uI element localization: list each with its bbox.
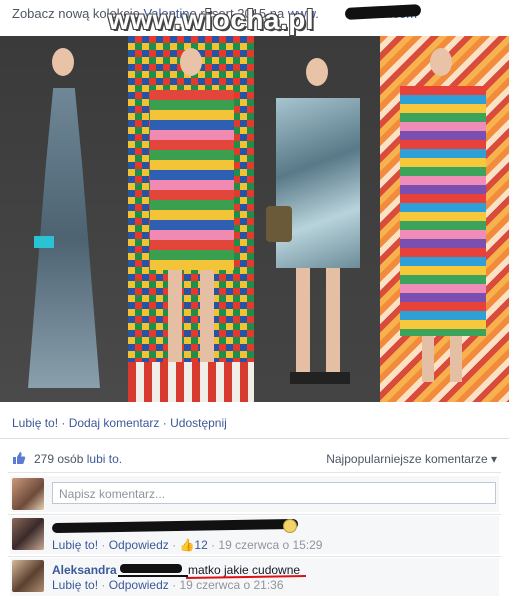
- like-link[interactable]: Lubię to!: [12, 416, 58, 430]
- redaction-scribble: [51, 518, 299, 534]
- divider: [0, 438, 509, 439]
- avatar[interactable]: [12, 478, 44, 510]
- likes-row: 279 osób lubi to. Najpopularniejsze kome…: [0, 446, 509, 472]
- comment-reply-link[interactable]: Odpowiedz: [109, 538, 169, 552]
- comment-input[interactable]: Napisz komentarz...: [52, 482, 496, 504]
- thumbs-up-icon: [13, 452, 26, 464]
- comment-meta: Lubię to! · Odpowiedz · 19 czerwca o 21:…: [52, 578, 284, 592]
- photo-panel-1: [0, 36, 128, 402]
- divider: [8, 472, 501, 473]
- comment-link[interactable]: Dodaj komentarz: [69, 416, 160, 430]
- likes-count: 279 osób lubi to.: [34, 452, 123, 466]
- redaction-scribble: [118, 575, 188, 577]
- photo-panel-2: [128, 36, 254, 402]
- comment-item: Aleksandra matko jakie cudowne Lubię to!…: [10, 558, 499, 596]
- sort-comments-dropdown[interactable]: Najpopularniejsze komentarze ▾: [326, 452, 497, 466]
- comment-meta: Lubię to! · Odpowiedz · 👍12 · 19 czerwca…: [52, 538, 323, 552]
- comment-timestamp[interactable]: 19 czerwca o 15:29: [218, 538, 322, 552]
- photo-panel-3: [254, 36, 380, 402]
- avatar[interactable]: [12, 518, 44, 550]
- comment-author[interactable]: Aleksandra: [52, 563, 117, 577]
- redaction-scribble: [120, 564, 182, 573]
- likes-people-link[interactable]: 279 osób: [34, 452, 83, 466]
- comment-composer: Napisz komentarz...: [10, 476, 499, 512]
- comment-like-link[interactable]: Lubię to!: [52, 538, 98, 552]
- smiley-icon: [283, 519, 297, 533]
- comment-like-link[interactable]: Lubię to!: [52, 578, 98, 592]
- post-actions: Lubię to! · Dodaj komentarz · Udostępnij: [12, 416, 227, 430]
- photo-panel-4: [380, 36, 509, 402]
- comment-timestamp[interactable]: 19 czerwca o 21:36: [179, 578, 283, 592]
- thumbs-up-icon: 👍: [179, 538, 195, 552]
- comment-item: Lubię to! · Odpowiedz · 👍12 · 19 czerwca…: [10, 516, 499, 554]
- comment-reply-link[interactable]: Odpowiedz: [109, 578, 169, 592]
- divider: [8, 514, 501, 515]
- avatar[interactable]: [12, 560, 44, 592]
- watermark: www.wiocha.pl: [108, 4, 315, 35]
- comment-like-count[interactable]: 12: [194, 538, 207, 552]
- post-photo[interactable]: [0, 36, 509, 402]
- share-link[interactable]: Udostępnij: [170, 416, 227, 430]
- divider: [8, 556, 501, 557]
